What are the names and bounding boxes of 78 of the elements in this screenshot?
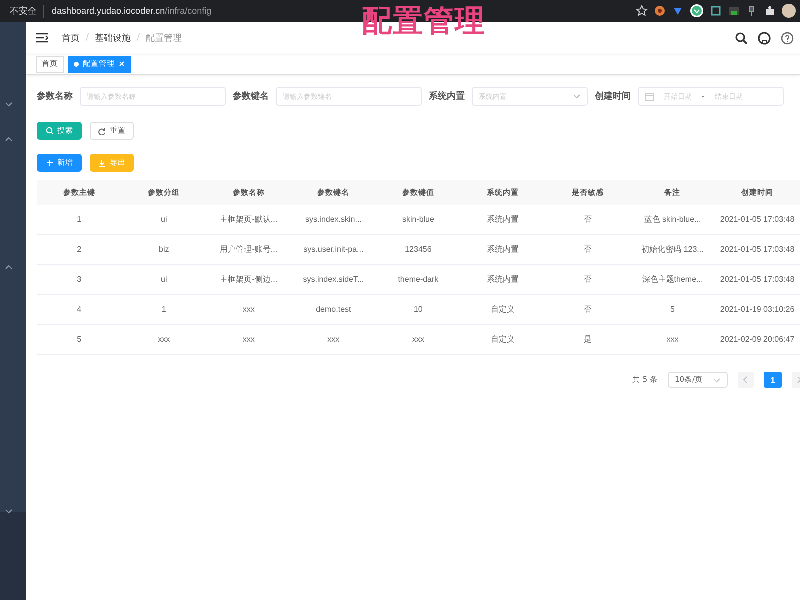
table-cell: 3 (37, 264, 122, 294)
table-cell: xxx (206, 294, 292, 324)
address-bar[interactable]: dashboard.yudao.iocoder.cn/infra/config (52, 6, 212, 16)
table-cell: xxx (122, 324, 207, 354)
help-icon[interactable] (781, 32, 794, 44)
table-cell: 初始化密码 123... (630, 234, 716, 264)
close-icon[interactable] (119, 61, 125, 67)
menu-icon[interactable] (36, 33, 48, 43)
table-cell: skin-blue (376, 205, 461, 234)
field-label: 参数名称 (37, 90, 73, 103)
table-cell: biz (122, 234, 207, 264)
breadcrumb-item[interactable]: 基础设施 (95, 32, 132, 44)
circle-icon (654, 5, 666, 17)
breadcrumb-item: 配置管理 (146, 32, 182, 44)
table-cell: 4 (37, 294, 122, 324)
table-cell: theme-dark (376, 264, 461, 294)
table-cell: ui (122, 205, 207, 234)
check-circle-icon (690, 4, 704, 18)
chevron-icon (5, 264, 13, 270)
table-cell: 深色主题theme... (630, 264, 716, 294)
table-cell: 1 (122, 294, 207, 324)
table-cell: 用户管理-账号... (206, 234, 292, 264)
table-cell: 否 (546, 234, 630, 264)
breadcrumb-item[interactable]: 首页 (62, 32, 80, 44)
table-cell: 2021-01-05 17:03:48 (715, 205, 800, 234)
table-cell: 10 (376, 294, 461, 324)
plus-icon (46, 159, 54, 167)
table-cell: 2021-01-19 03:10:26 (715, 294, 800, 324)
table-cell: 否 (546, 294, 630, 324)
table-cell: 自定义 (460, 324, 546, 354)
table-cell: 5 (630, 294, 716, 324)
field-label: 创建时间 (595, 90, 631, 103)
table-cell: 2021-01-05 17:03:48 (715, 234, 800, 264)
chevron-icon (5, 509, 13, 515)
breadcrumb-separator: / (137, 33, 140, 43)
table-cell: sys.index.sideT... (291, 264, 376, 294)
breadcrumb-separator: / (86, 33, 90, 43)
search-icon[interactable] (735, 32, 748, 44)
table-cell: 123456 (376, 234, 461, 264)
calendar-icon (645, 92, 654, 101)
table-cell: sys.index.skin... (291, 205, 376, 234)
table-cell: xxx (630, 324, 716, 354)
table-cell: 主框架页-侧边... (206, 264, 292, 294)
table-cell: 系统内置 (460, 234, 546, 264)
table-cell: 否 (546, 205, 630, 234)
table-cell: xxx (291, 324, 376, 354)
table-cell: 蓝色 skin-blue... (630, 205, 716, 234)
refresh-icon (98, 127, 106, 135)
chevron-icon (5, 102, 13, 108)
monitor-icon (728, 5, 740, 17)
table-cell: sys.user.init-pa... (291, 234, 376, 264)
table-cell: 系统内置 (460, 264, 546, 294)
chevron-icon (5, 136, 13, 142)
table-cell: 自定义 (460, 294, 546, 324)
table-cell: 2021-02-09 20:06:47 (715, 324, 800, 354)
table-cell: xxx (376, 324, 461, 354)
table-cell: xxx (206, 324, 292, 354)
table-cell: demo.test (291, 294, 376, 324)
download-icon (98, 159, 106, 167)
avatar-icon (782, 4, 796, 18)
security-label: 不安全 (10, 4, 44, 18)
table-cell: ui (122, 264, 207, 294)
search-icon (46, 127, 54, 135)
table-cell: 5 (37, 324, 122, 354)
table-cell: 2 (37, 234, 122, 264)
star-icon (636, 5, 648, 17)
chevron-down-icon (713, 378, 721, 382)
table-cell: 主框架页-默认... (206, 205, 292, 234)
page-button[interactable]: 1 (764, 372, 782, 388)
table-cell: 系统内置 (460, 205, 546, 234)
chevron-down-icon (573, 94, 581, 99)
field-label: 参数键名 (233, 90, 269, 103)
square-icon (710, 5, 722, 17)
table-cell: 是 (546, 324, 630, 354)
table-cell: 2021-01-05 17:03:48 (715, 264, 800, 294)
table-cell: 1 (37, 205, 122, 234)
field-label: 系统内置 (429, 90, 465, 103)
table-cell: 否 (546, 264, 630, 294)
